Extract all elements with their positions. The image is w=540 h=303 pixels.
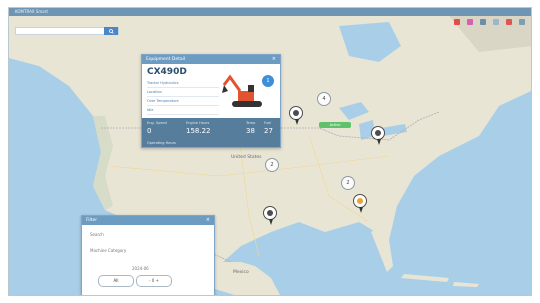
stat-fuel: Fuel 27 (264, 121, 273, 135)
filter-toggle[interactable]: All (98, 275, 134, 287)
grid-icon[interactable] (480, 19, 486, 25)
equipment-pin[interactable] (371, 126, 385, 145)
menu-icon[interactable] (519, 19, 525, 25)
equipment-attribute[interactable]: Idle (147, 106, 219, 115)
search-icon (108, 28, 114, 34)
filter-date-label: 2024-06 (132, 266, 149, 271)
equipment-pin[interactable] (263, 206, 277, 225)
map-toolbar (454, 19, 525, 25)
equipment-attribute[interactable]: Location (147, 88, 219, 97)
close-icon[interactable]: × (272, 55, 276, 64)
search-bar[interactable] (15, 27, 119, 35)
settings-icon[interactable] (493, 19, 499, 25)
equipment-pin[interactable] (289, 106, 303, 125)
stat-label: Engine Hours (186, 121, 210, 125)
equipment-attribute[interactable]: Tractor Hydraulics (147, 79, 219, 88)
app-window: KOMTRAX Smart United States Mexico Equip… (8, 7, 532, 296)
stat-speed: Eng. Speed 0 (147, 121, 167, 135)
equipment-attribute[interactable]: Over Temperature (147, 97, 219, 106)
map-label-country: United States (231, 155, 262, 160)
filter-panel-header: Filter × (82, 216, 214, 225)
stat-value: 38 (246, 127, 255, 135)
filter-panel: Filter × Search Machine Category 2024-06… (81, 215, 215, 295)
notification-icon[interactable] (467, 19, 473, 25)
stat-temp: Temp 38 (246, 121, 255, 135)
user-icon[interactable] (506, 19, 512, 25)
map-cluster[interactable]: 2 (265, 158, 279, 172)
equipment-panel-header: Equipment Detail × (142, 55, 280, 64)
stats-footer: Operating Hours (147, 141, 176, 145)
filter-category-label[interactable]: Machine Category (90, 248, 126, 253)
filter-stepper[interactable]: - 0 + (136, 275, 172, 287)
equipment-model: CX490D (147, 67, 187, 77)
search-input[interactable] (19, 28, 99, 34)
map-label-mexico: Mexico (233, 270, 249, 275)
equipment-panel-title: Equipment Detail (146, 57, 186, 62)
map-cluster[interactable]: 2 (341, 176, 355, 190)
stat-value: 158.22 (186, 127, 211, 135)
status-tag[interactable]: Active (319, 122, 351, 128)
stat-hours: Engine Hours 158.22 (186, 121, 211, 135)
stat-value: 0 (147, 127, 152, 135)
stat-label: Temp (246, 121, 256, 125)
title-bar: KOMTRAX Smart (9, 8, 531, 16)
notification-badge[interactable]: 1 (262, 75, 274, 87)
alert-icon[interactable] (454, 19, 460, 25)
equipment-pin[interactable] (353, 194, 367, 213)
equipment-stats: Eng. Speed 0 Engine Hours 158.22 Temp 38… (142, 118, 280, 147)
close-icon[interactable]: × (206, 216, 210, 225)
filter-panel-title: Filter (86, 218, 98, 223)
window-title: KOMTRAX Smart (15, 9, 48, 14)
equipment-attributes: Tractor Hydraulics Location Over Tempera… (147, 79, 219, 115)
filter-search-label[interactable]: Search (90, 232, 104, 237)
map-cluster[interactable]: 4 (317, 92, 331, 106)
search-button[interactable] (104, 27, 118, 35)
stat-label: Eng. Speed (147, 121, 167, 125)
equipment-detail-panel: Equipment Detail × CX490D Tractor Hydrau… (141, 54, 281, 148)
stat-label: Fuel (264, 121, 272, 125)
stat-value: 27 (264, 127, 273, 135)
